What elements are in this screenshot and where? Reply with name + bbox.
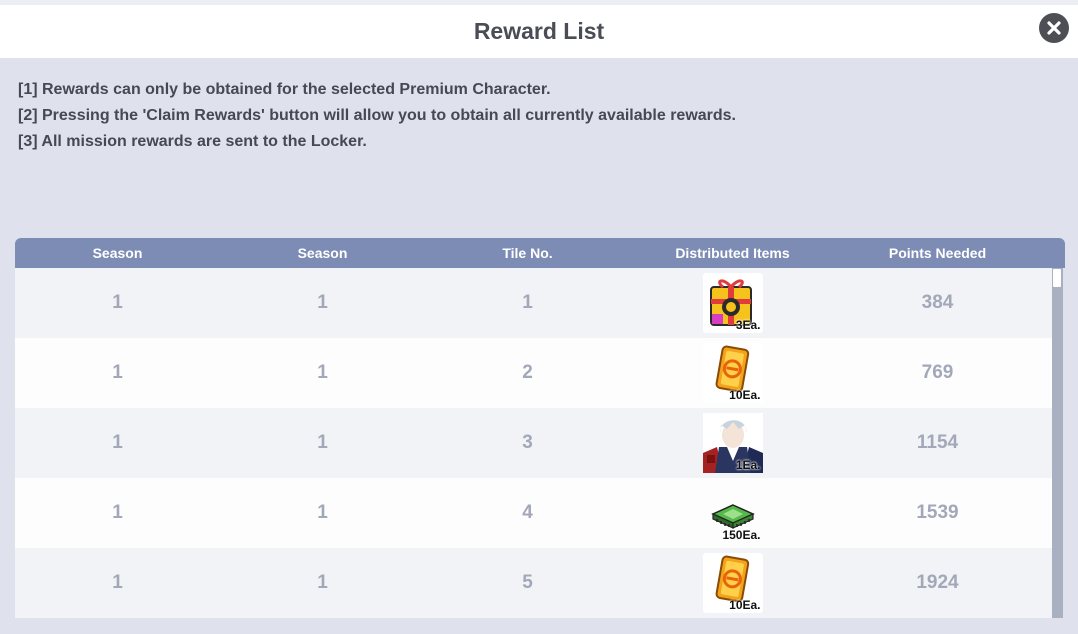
reward-item[interactable]: 10Ea. [702,553,763,613]
cell-season-2: 1 [317,432,328,453]
notes-list: [1] Rewards can only be obtained for the… [18,80,1058,158]
cell-item: 3Ea. [630,273,835,333]
scrollbar-thumb[interactable] [1053,269,1061,287]
table-row: 1 1 5 10Ea. 1924 [15,548,1052,618]
cell-season-2: 1 [317,572,328,593]
reward-item[interactable]: 3Ea. [702,273,763,333]
item-quantity: 10Ea. [729,598,761,612]
cell-item: 150Ea. [630,483,835,543]
cell-season-2: 1 [317,292,328,313]
reward-item[interactable]: 1Ea. [702,413,763,473]
table-row: 1 1 4 150Ea. 1539 [15,478,1052,548]
cell-tile-no: 4 [522,502,533,523]
table-header: Season Season Tile No. Distributed Items… [15,238,1065,268]
close-button[interactable] [1039,13,1069,43]
note-1: [1] Rewards can only be obtained for the… [18,81,551,98]
table-row: 1 1 1 3Ea. 384 [15,268,1052,338]
cell-season: 1 [112,502,123,523]
table-row: 1 1 3 1Ea. 1154 [15,408,1052,478]
col-header-season: Season [92,245,143,261]
cell-tile-no: 2 [522,362,533,383]
cell-points: 384 [921,292,954,313]
col-header-distributed-items: Distributed Items [675,245,790,261]
cell-tile-no: 1 [522,292,533,313]
cell-item: 10Ea. [630,553,835,613]
reward-table: Season Season Tile No. Distributed Items… [15,238,1065,618]
reward-item[interactable]: 10Ea. [702,343,763,403]
table-body: 1 1 1 3Ea. 384 1 1 2 10Ea. 769 1 1 3 1Ea… [15,268,1052,618]
item-quantity: 10Ea. [729,388,761,402]
item-quantity: 1Ea. [735,458,761,472]
cell-points: 1924 [916,572,959,593]
cell-season: 1 [112,432,123,453]
cell-item: 1Ea. [630,413,835,473]
cell-points: 1154 [916,432,959,453]
cell-season: 1 [112,572,123,593]
cell-item: 10Ea. [630,343,835,403]
note-3: [3] All mission rewards are sent to the … [18,133,367,150]
item-quantity: 150Ea. [722,528,761,542]
cell-season: 1 [112,362,123,383]
close-icon [1047,21,1061,35]
cell-points: 1539 [916,502,959,523]
col-header-points-needed: Points Needed [888,245,987,261]
table-row: 1 1 2 10Ea. 769 [15,338,1052,408]
col-header-tile-no: Tile No. [502,245,553,261]
cell-season-2: 1 [317,362,328,383]
cell-tile-no: 5 [522,572,533,593]
dialog-header: Reward List [0,5,1078,58]
cell-tile-no: 3 [522,432,533,453]
item-quantity: 3Ea. [735,318,761,332]
col-header-season-2: Season [297,245,348,261]
cell-points: 769 [921,362,954,383]
note-2: [2] Pressing the 'Claim Rewards' button … [18,107,736,124]
cell-season-2: 1 [317,502,328,523]
dialog-title: Reward List [473,18,605,44]
reward-item[interactable]: 150Ea. [703,483,763,543]
table-scrollbar[interactable] [1052,268,1063,618]
cell-season: 1 [112,292,123,313]
